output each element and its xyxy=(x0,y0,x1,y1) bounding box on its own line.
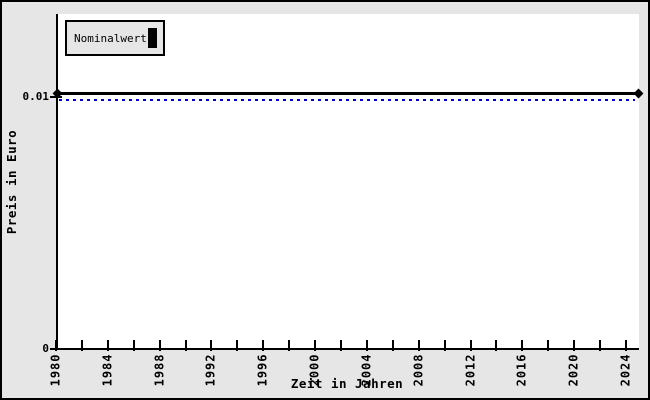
x-tick xyxy=(288,340,291,351)
x-tick xyxy=(210,340,213,351)
x-tick-label: 1992 xyxy=(203,353,218,387)
x-tick-label: 2020 xyxy=(566,353,581,387)
y-axis-line xyxy=(56,14,58,350)
x-tick-label: 1980 xyxy=(48,353,63,387)
nominal-line xyxy=(57,91,638,95)
x-tick xyxy=(340,340,343,351)
y-tick xyxy=(50,348,62,350)
legend-box: Nominalwert xyxy=(65,20,165,56)
x-tick xyxy=(80,340,83,351)
x-tick-label: 1984 xyxy=(100,353,115,387)
x-tick xyxy=(495,340,498,351)
x-tick xyxy=(547,340,550,351)
x-tick xyxy=(521,340,524,351)
x-tick xyxy=(573,340,576,351)
x-tick xyxy=(106,340,109,351)
plot-area xyxy=(56,14,639,348)
reference-dotted-line xyxy=(59,98,635,101)
x-tick xyxy=(417,340,420,351)
chart-frame: 1980 1984 1988 1992 1996 2000 2004 2008 2012 2016… xyxy=(0,0,650,400)
x-tick-label: 1988 xyxy=(152,353,167,387)
x-axis-line xyxy=(56,348,639,350)
x-tick xyxy=(184,340,187,351)
x-tick xyxy=(236,340,239,351)
x-tick xyxy=(132,340,135,351)
x-axis-title: Zeit in Jahren xyxy=(290,376,404,391)
legend-label: Nominalwert xyxy=(74,31,147,45)
x-tick-label: 2024 xyxy=(618,353,633,387)
y-axis-title: Preis in Euro xyxy=(4,129,19,235)
x-tick-label: 2012 xyxy=(463,353,478,387)
x-tick xyxy=(158,340,161,351)
x-tick xyxy=(443,340,446,351)
x-tick xyxy=(469,340,472,351)
x-tick xyxy=(365,340,368,351)
legend-line-swatch xyxy=(148,28,157,48)
x-tick xyxy=(391,340,394,351)
x-tick-label: 2016 xyxy=(514,353,529,387)
y-tick-label: 0.01 xyxy=(22,90,50,104)
y-tick-label: 0 xyxy=(42,342,49,355)
x-tick xyxy=(625,340,628,351)
x-tick xyxy=(314,340,317,351)
x-tick xyxy=(262,340,265,351)
x-tick xyxy=(599,340,602,351)
